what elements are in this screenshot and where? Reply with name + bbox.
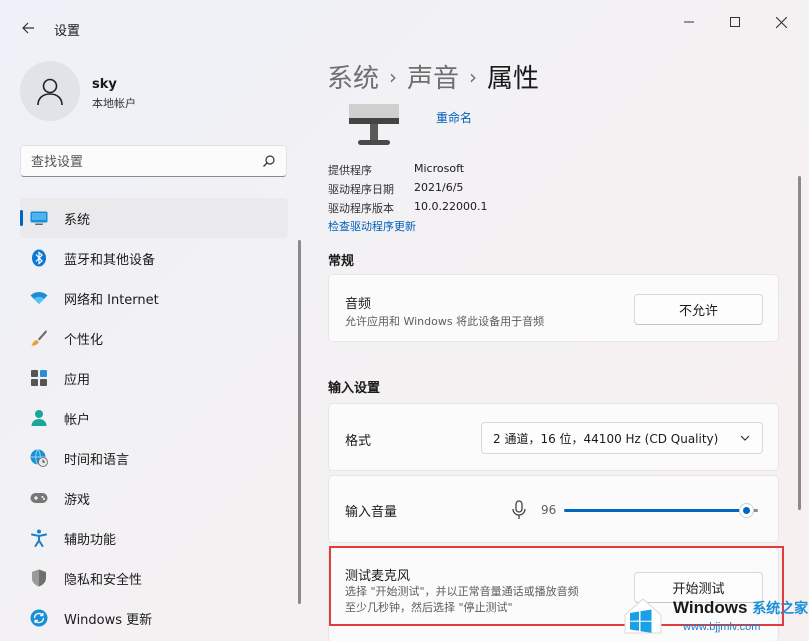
monitor-icon xyxy=(30,209,48,227)
sidebar-item-accounts[interactable]: 帐户 xyxy=(20,398,288,438)
breadcrumb-separator: › xyxy=(469,65,478,89)
disallow-button[interactable]: 不允许 xyxy=(634,294,763,325)
page-title: 属性 xyxy=(487,64,540,94)
sidebar-item-network[interactable]: 网络和 Internet xyxy=(20,278,288,318)
wifi-icon xyxy=(30,289,48,307)
device-image xyxy=(346,104,402,148)
gamepad-icon xyxy=(30,489,48,507)
minimize-button[interactable] xyxy=(666,8,712,36)
audio-card: 音频 允许应用和 Windows 将此设备用于音频 不允许 xyxy=(328,274,779,342)
sidebar-item-time-language[interactable]: 时间和语言 xyxy=(20,438,288,478)
update-icon xyxy=(30,609,48,627)
sidebar-item-label: 游戏 xyxy=(64,492,91,508)
input-volume-card: 输入音量 96 xyxy=(328,475,779,543)
bluetooth-icon xyxy=(30,249,48,267)
close-icon xyxy=(775,16,787,28)
rename-link[interactable]: 重命名 xyxy=(436,109,472,126)
brush-icon xyxy=(30,329,48,347)
close-button[interactable] xyxy=(758,8,804,36)
sidebar-item-label: 应用 xyxy=(64,372,91,388)
breadcrumb: 系统 › 声音 › 属性 xyxy=(327,58,539,95)
watermark-url: www.bjjmlv.com xyxy=(683,621,761,633)
windows-logo-icon xyxy=(624,598,662,634)
sidebar-item-apps[interactable]: 应用 xyxy=(20,358,288,398)
person-icon xyxy=(30,409,48,427)
sidebar-item-label: 网络和 Internet xyxy=(64,292,159,308)
audio-title: 音频 xyxy=(345,297,372,312)
sidebar-scrollbar[interactable] xyxy=(298,240,301,604)
breadcrumb-sound[interactable]: 声音 xyxy=(407,64,459,94)
shield-icon xyxy=(30,569,48,587)
chevron-down-icon xyxy=(740,435,750,441)
sidebar-item-gaming[interactable]: 游戏 xyxy=(20,478,288,518)
back-button[interactable] xyxy=(14,14,42,42)
microphone-icon[interactable] xyxy=(511,500,527,520)
title-bar: 设置 xyxy=(0,0,809,44)
globe-clock-icon xyxy=(30,449,48,467)
volume-slider-track[interactable] xyxy=(564,509,748,512)
sidebar-item-label: 时间和语言 xyxy=(64,452,130,468)
settings-window: 设置 sky 本地帐户 系统 蓝牙和其他设备 网络和 Internet xyxy=(0,0,809,641)
breadcrumb-system[interactable]: 系统 xyxy=(327,64,379,94)
general-section-title: 常规 xyxy=(328,254,355,269)
input-volume-value: 96 xyxy=(541,503,557,517)
main-scrollbar[interactable] xyxy=(798,176,801,510)
sidebar-item-label: 个性化 xyxy=(64,332,104,348)
minimize-icon xyxy=(684,21,694,23)
sidebar-item-label: Windows 更新 xyxy=(64,612,153,628)
maximize-button[interactable] xyxy=(712,8,758,36)
sidebar-item-label: 系统 xyxy=(64,212,91,228)
format-label: 格式 xyxy=(345,434,372,449)
sidebar-item-accessibility[interactable]: 辅助功能 xyxy=(20,518,288,558)
search-box[interactable] xyxy=(20,145,287,177)
back-arrow-icon xyxy=(22,22,34,34)
watermark-brand: Windows 系统之家 xyxy=(673,598,809,617)
search-icon xyxy=(263,155,275,167)
breadcrumb-separator: › xyxy=(389,65,398,89)
sidebar-item-personalization[interactable]: 个性化 xyxy=(20,318,288,358)
sidebar-item-system[interactable]: 系统 xyxy=(20,198,288,238)
driver-version-value: 10.0.22000.1 xyxy=(414,200,488,213)
sidebar-item-label: 帐户 xyxy=(64,412,91,428)
provider-value: Microsoft xyxy=(414,162,465,175)
accessibility-icon xyxy=(30,529,48,547)
format-dropdown[interactable]: 2 通道，16 位，44100 Hz (CD Quality) xyxy=(481,422,763,454)
check-driver-update-link[interactable]: 检查驱动程序更新 xyxy=(328,218,416,234)
microphone-device-icon xyxy=(349,104,399,145)
input-volume-label: 输入音量 xyxy=(345,505,398,520)
apps-icon xyxy=(30,369,48,387)
sidebar-item-label: 隐私和安全性 xyxy=(64,572,143,588)
account-type: 本地帐户 xyxy=(92,97,136,110)
driver-date-label: 驱动程序日期 xyxy=(328,183,394,196)
sidebar-item-windows-update[interactable]: Windows 更新 xyxy=(20,598,288,638)
user-icon xyxy=(37,78,63,106)
audio-description: 允许应用和 Windows 将此设备用于音频 xyxy=(345,315,545,328)
user-name: sky xyxy=(92,77,117,92)
sidebar-nav: 系统 蓝牙和其他设备 网络和 Internet 个性化 应用 帐户 时间和语言 xyxy=(20,198,288,638)
sidebar-item-privacy[interactable]: 隐私和安全性 xyxy=(20,558,288,598)
sidebar-item-label: 蓝牙和其他设备 xyxy=(64,252,156,268)
app-title: 设置 xyxy=(54,24,81,39)
sidebar-item-bluetooth[interactable]: 蓝牙和其他设备 xyxy=(20,238,288,278)
driver-date-value: 2021/6/5 xyxy=(414,181,464,194)
search-input[interactable] xyxy=(31,152,251,172)
maximize-icon xyxy=(730,17,740,27)
watermark: Windows 系统之家 www.bjjmlv.com xyxy=(617,589,809,641)
avatar[interactable] xyxy=(20,61,80,121)
format-value: 2 通道，16 位，44100 Hz (CD Quality) xyxy=(493,431,719,446)
sidebar-item-label: 辅助功能 xyxy=(64,532,117,548)
provider-label: 提供程序 xyxy=(328,164,372,177)
format-card: 格式 2 通道，16 位，44100 Hz (CD Quality) xyxy=(328,403,779,471)
volume-slider-thumb[interactable] xyxy=(739,503,754,518)
driver-version-label: 驱动程序版本 xyxy=(328,202,394,215)
input-settings-title: 输入设置 xyxy=(328,381,381,396)
